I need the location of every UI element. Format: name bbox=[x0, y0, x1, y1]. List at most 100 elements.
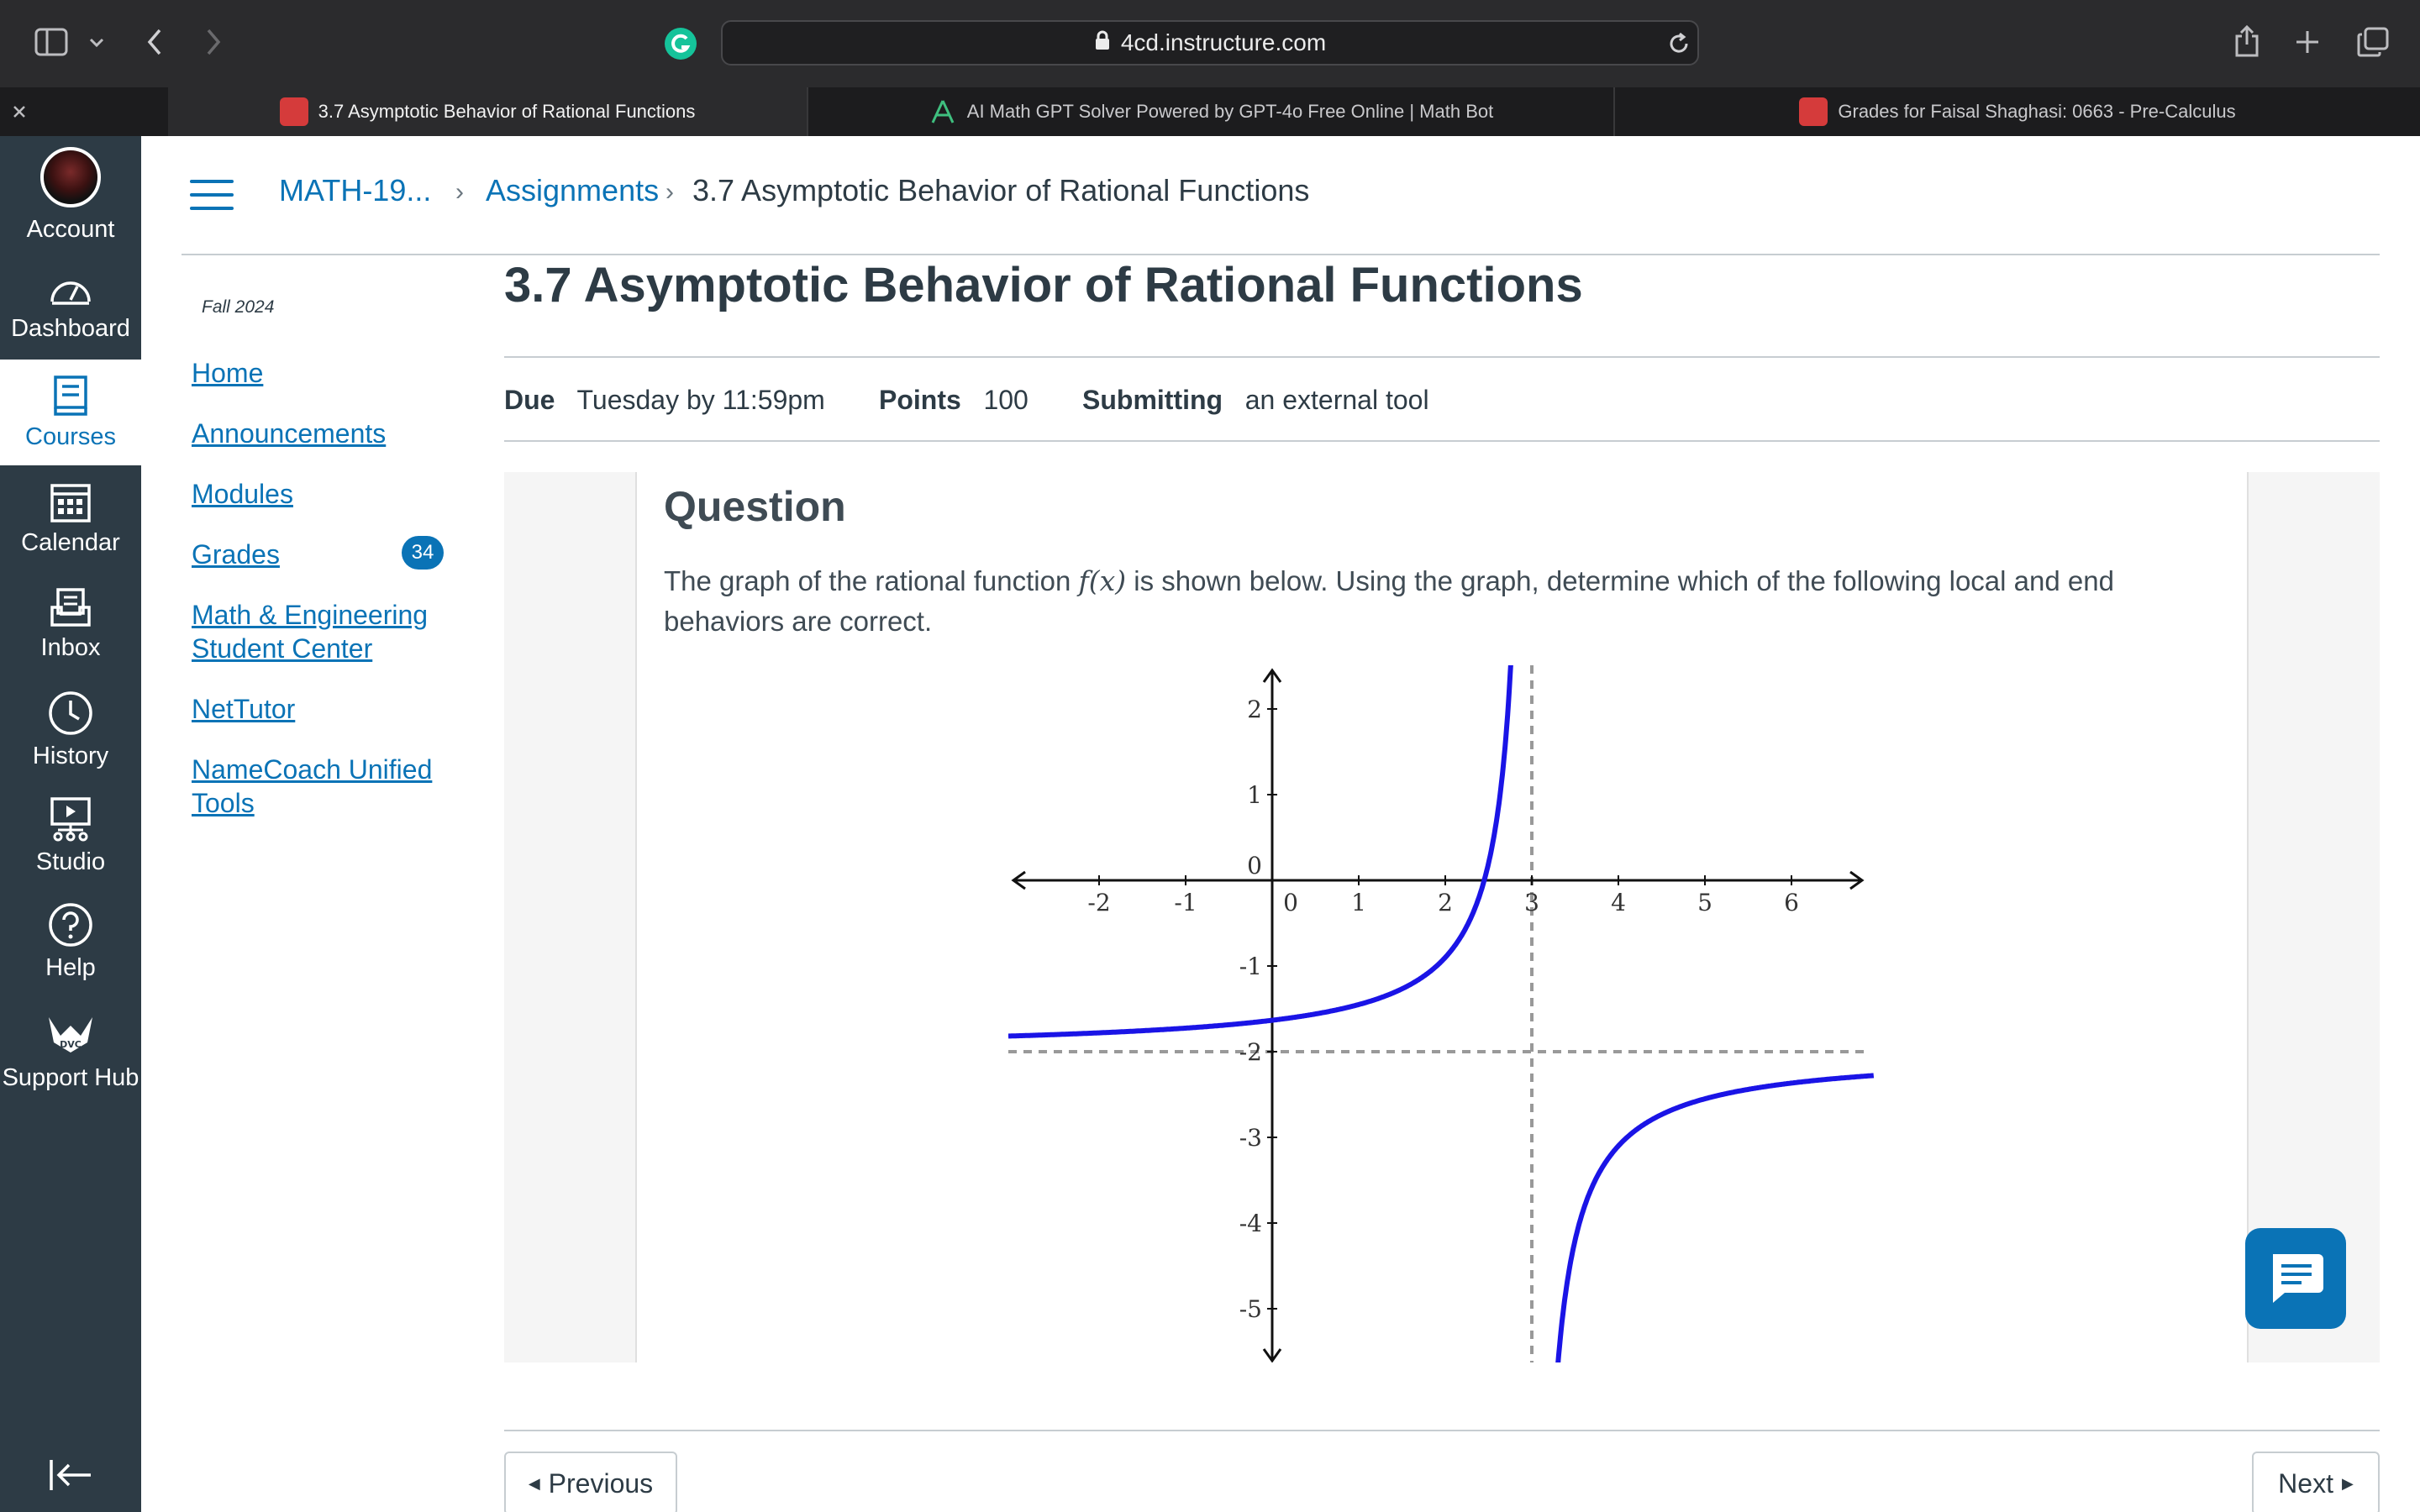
course-nav-announcements[interactable]: Announcements bbox=[192, 417, 386, 450]
global-nav-label: Calendar bbox=[21, 528, 120, 556]
browser-tab-canvas[interactable]: 3.7 Asymptotic Behavior of Rational Func… bbox=[168, 87, 807, 136]
x-tick-label: -1 bbox=[1174, 889, 1197, 916]
breadcrumb-assignments[interactable]: Assignments bbox=[486, 173, 659, 208]
y-tick-label: -5 bbox=[1239, 1295, 1262, 1323]
x-tick-label: 6 bbox=[1784, 889, 1799, 916]
breadcrumb-separator-icon: › bbox=[455, 178, 464, 206]
url-text: 4cd.instructure.com bbox=[1120, 29, 1327, 55]
global-nav-help[interactable]: Help bbox=[0, 889, 141, 995]
global-nav-support-hub[interactable]: DVC Support Hub bbox=[0, 1000, 141, 1105]
global-nav-label: Dashboard bbox=[11, 314, 130, 342]
dashboard-icon bbox=[50, 281, 91, 305]
course-nav-math-engineering[interactable]: Math & Engineering Student Center bbox=[192, 598, 444, 665]
y-tick-label: 1 bbox=[1247, 781, 1262, 809]
breadcrumb-separator-icon: › bbox=[666, 178, 674, 206]
header-divider bbox=[182, 254, 2380, 255]
global-nav-label: Support Hub bbox=[2, 1063, 139, 1091]
y-tick-label: -3 bbox=[1239, 1124, 1262, 1152]
grades-count-badge: 34 bbox=[402, 536, 444, 570]
y-tick-label: -2 bbox=[1239, 1038, 1262, 1066]
global-nav-label: Inbox bbox=[40, 633, 101, 661]
close-icon[interactable] bbox=[8, 101, 30, 123]
course-nav-namecoach[interactable]: NameCoach Unified Tools bbox=[192, 753, 444, 820]
caret-left-icon: ◀ bbox=[528, 1474, 540, 1492]
points-label: Points bbox=[879, 385, 961, 415]
course-nav-home[interactable]: Home bbox=[192, 356, 263, 390]
canvas-favicon-icon bbox=[279, 97, 308, 126]
due-value: Tuesday by 11:59pm bbox=[576, 385, 825, 415]
global-nav-history[interactable]: History bbox=[0, 677, 141, 783]
x-tick-label: 2 bbox=[1438, 889, 1453, 916]
inbox-icon bbox=[50, 587, 91, 627]
global-nav-inbox[interactable]: Inbox bbox=[0, 571, 141, 677]
breadcrumb-current: 3.7 Asymptotic Behavior of Rational Func… bbox=[692, 173, 1310, 207]
points-value: 100 bbox=[983, 385, 1028, 415]
new-tab-icon[interactable] bbox=[2291, 25, 2324, 59]
term-label: Fall 2024 bbox=[202, 297, 275, 317]
due-label: Due bbox=[504, 385, 555, 415]
mathbot-favicon-icon bbox=[929, 97, 957, 126]
chat-button[interactable] bbox=[2245, 1228, 2346, 1329]
help-icon bbox=[49, 902, 92, 947]
y-tick-label: 2 bbox=[1247, 696, 1262, 723]
back-icon[interactable] bbox=[139, 25, 170, 59]
previous-button[interactable]: ◀ Previous bbox=[504, 1452, 677, 1512]
submitting-label: Submitting bbox=[1082, 385, 1223, 415]
tab-overview-icon[interactable] bbox=[2354, 25, 2391, 59]
previous-label: Previous bbox=[548, 1467, 654, 1499]
share-icon[interactable] bbox=[2230, 22, 2264, 60]
submitting-info: Submitting an external tool bbox=[1082, 385, 1429, 416]
y-tick-label: -1 bbox=[1239, 953, 1262, 980]
dvc-logo: DVC bbox=[49, 1016, 92, 1053]
avatar bbox=[40, 146, 101, 207]
global-nav-calendar[interactable]: Calendar bbox=[0, 465, 141, 571]
lock-icon bbox=[1094, 29, 1111, 56]
history-icon bbox=[49, 690, 92, 735]
curve-right-branch bbox=[1555, 1073, 1875, 1362]
chevron-down-icon[interactable] bbox=[84, 30, 109, 55]
points-info: Points 100 bbox=[879, 385, 1028, 416]
y-tick-label: 0 bbox=[1247, 852, 1262, 879]
browser-tab-mathbot[interactable]: AI Math GPT Solver Powered by GPT-4o Fre… bbox=[807, 87, 1613, 136]
forward-icon[interactable] bbox=[198, 25, 229, 59]
collapse-nav-icon[interactable] bbox=[47, 1457, 94, 1494]
sidebar-toggle-icon[interactable] bbox=[32, 25, 71, 59]
global-nav-account[interactable]: Account bbox=[0, 136, 141, 254]
global-nav-studio[interactable]: Studio bbox=[0, 783, 141, 889]
question-heading: Question bbox=[664, 483, 846, 530]
y-tick-label: -4 bbox=[1239, 1210, 1262, 1237]
browser-toolbar: 4cd.instructure.com bbox=[0, 0, 2420, 87]
studio-icon bbox=[50, 796, 91, 841]
global-nav-dashboard[interactable]: Dashboard bbox=[0, 254, 141, 360]
next-button[interactable]: Next ▶ bbox=[2252, 1452, 2380, 1512]
page-title: 3.7 Asymptotic Behavior of Rational Func… bbox=[504, 258, 1583, 312]
tab-title: AI Math GPT Solver Powered by GPT-4o Fre… bbox=[966, 101, 1494, 122]
tab-title: 3.7 Asymptotic Behavior of Rational Func… bbox=[318, 101, 696, 122]
x-tick-label: 4 bbox=[1611, 889, 1626, 916]
next-label: Next bbox=[2278, 1467, 2333, 1499]
x-tick-label: 5 bbox=[1697, 889, 1712, 916]
hamburger-menu-icon[interactable] bbox=[190, 180, 234, 210]
courses-icon bbox=[54, 375, 87, 416]
global-nav-label: History bbox=[32, 742, 109, 769]
course-nav-modules[interactable]: Modules bbox=[192, 477, 293, 511]
meta-divider bbox=[504, 440, 2380, 442]
course-nav-nettutor[interactable]: NetTutor bbox=[192, 692, 295, 726]
x-tick-label: 3 bbox=[1524, 889, 1539, 916]
svg-text:DVC: DVC bbox=[60, 1039, 82, 1050]
breadcrumb-course[interactable]: MATH-19... bbox=[279, 173, 431, 208]
global-nav-courses[interactable]: Courses bbox=[0, 360, 141, 465]
global-nav-label: Studio bbox=[35, 848, 106, 875]
tab-title: Grades for Faisal Shaghasi: 0663 - Pre-C… bbox=[1838, 101, 2236, 122]
reload-icon[interactable] bbox=[1664, 29, 1694, 59]
address-bar[interactable]: 4cd.instructure.com bbox=[721, 20, 1699, 66]
chat-icon bbox=[2273, 1254, 2323, 1303]
x-tick-label: -2 bbox=[1087, 889, 1110, 916]
function-graph: -2 -1 0 1 2 3 4 5 6 2 1 0 -1 -2 -3 -4 -5 bbox=[1008, 665, 1875, 1362]
footer-divider bbox=[504, 1430, 2380, 1431]
grammarly-icon[interactable] bbox=[664, 27, 697, 60]
global-nav-label: Account bbox=[26, 215, 115, 243]
submitting-value: an external tool bbox=[1244, 385, 1429, 415]
course-nav-grades[interactable]: Grades bbox=[192, 538, 280, 571]
browser-tab-grades[interactable]: Grades for Faisal Shaghasi: 0663 - Pre-C… bbox=[1613, 87, 2420, 136]
